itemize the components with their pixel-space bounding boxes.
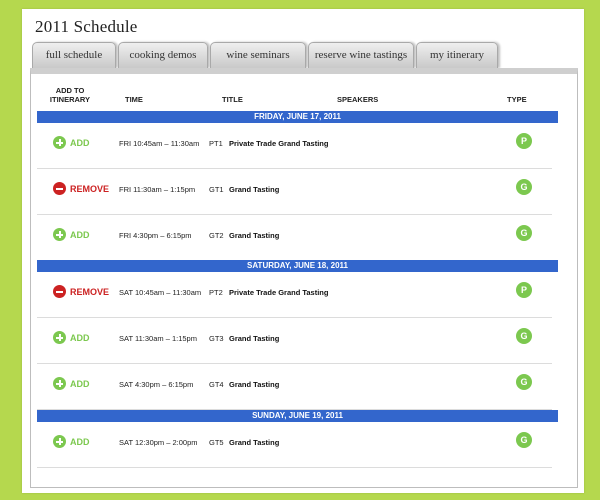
action-label: ADD (70, 137, 90, 148)
action-label: REMOVE (70, 286, 110, 297)
add-button[interactable]: ADD (53, 331, 90, 344)
day-header-friday: FRIDAY, JUNE 17, 2011 (37, 111, 558, 123)
event-title[interactable]: Grand Tasting (229, 334, 279, 343)
table-row: REMOVE FRI 11:30am – 1:15pm GT1 Grand Ta… (37, 169, 552, 215)
event-title[interactable]: Grand Tasting (229, 380, 279, 389)
action-label: ADD (70, 436, 90, 447)
action-label: ADD (70, 229, 90, 240)
tab-full-schedule[interactable]: full schedule (32, 42, 116, 68)
event-title[interactable]: Grand Tasting (229, 185, 279, 194)
tab-my-itinerary[interactable]: my itinerary (416, 42, 498, 68)
event-code: GT2 (209, 231, 224, 240)
plus-icon (53, 435, 66, 448)
header-time: TIME (125, 95, 143, 104)
event-code: PT2 (209, 288, 223, 297)
header-add-line1: ADD TO (55, 86, 85, 95)
plus-icon (53, 136, 66, 149)
day-header-sunday: SUNDAY, JUNE 19, 2011 (37, 410, 558, 422)
event-title[interactable]: Grand Tasting (229, 438, 279, 447)
day-header-saturday: SATURDAY, JUNE 18, 2011 (37, 260, 558, 272)
header-speakers: SPEAKERS (337, 95, 379, 104)
tab-cooking-demos[interactable]: cooking demos (118, 42, 208, 68)
header-add-to-itinerary: ADD TO ITINERARY (45, 86, 95, 104)
table-row: ADD SAT 11:30am – 1:15pm GT3 Grand Tasti… (37, 318, 552, 364)
table-row: ADD SAT 12:30pm – 2:00pm GT5 Grand Tasti… (37, 422, 552, 468)
plus-icon (53, 228, 66, 241)
add-button[interactable]: ADD (53, 228, 90, 241)
remove-button[interactable]: REMOVE (53, 182, 109, 195)
header-title: TITLE (222, 95, 243, 104)
event-time: FRI 4:30pm – 6:15pm (119, 231, 192, 240)
minus-icon (53, 182, 66, 195)
type-badge: G (516, 179, 532, 195)
action-label: ADD (70, 332, 90, 343)
table-row: ADD SAT 4:30pm – 6:15pm GT4 Grand Tastin… (37, 364, 552, 410)
minus-icon (53, 285, 66, 298)
event-code: GT4 (209, 380, 224, 389)
type-badge: G (516, 225, 532, 241)
add-button[interactable]: ADD (53, 136, 90, 149)
header-add-line2: ITINERARY (49, 95, 91, 104)
event-time: SAT 11:30am – 1:15pm (119, 334, 197, 343)
tab-bar: full schedule cooking demos wine seminar… (30, 42, 578, 68)
table-row: ADD FRI 4:30pm – 6:15pm GT2 Grand Tastin… (37, 215, 552, 261)
add-button[interactable]: ADD (53, 377, 90, 390)
plus-icon (53, 331, 66, 344)
schedule-panel: 2011 Schedule full schedule cooking demo… (22, 9, 584, 493)
event-code: GT3 (209, 334, 224, 343)
event-title[interactable]: Private Trade Grand Tasting (229, 139, 328, 148)
type-badge: G (516, 432, 532, 448)
type-badge: G (516, 328, 532, 344)
type-badge: P (516, 133, 532, 149)
tab-reserve-wine-tastings[interactable]: reserve wine tastings (308, 42, 414, 68)
table-row: ADD FRI 10:45am – 11:30am PT1 Private Tr… (37, 123, 552, 169)
tab-wine-seminars[interactable]: wine seminars (210, 42, 306, 68)
event-code: GT1 (209, 185, 224, 194)
event-time: SAT 12:30pm – 2:00pm (119, 438, 198, 447)
column-headers: ADD TO ITINERARY TIME TITLE SPEAKERS TYP… (31, 80, 559, 112)
type-badge: P (516, 282, 532, 298)
page-title: 2011 Schedule (35, 17, 138, 36)
action-label: ADD (70, 378, 90, 389)
event-code: PT1 (209, 139, 223, 148)
event-time: FRI 10:45am – 11:30am (119, 139, 200, 148)
remove-button[interactable]: REMOVE (53, 285, 109, 298)
action-label: REMOVE (70, 183, 110, 194)
header-type: TYPE (507, 95, 527, 104)
event-code: GT5 (209, 438, 224, 447)
event-title[interactable]: Private Trade Grand Tasting (229, 288, 328, 297)
table-row: REMOVE SAT 10:45am – 11:30am PT2 Private… (37, 272, 552, 318)
type-badge: G (516, 374, 532, 390)
plus-icon (53, 377, 66, 390)
event-time: FRI 11:30am – 1:15pm (119, 185, 196, 194)
schedule-table: ADD TO ITINERARY TIME TITLE SPEAKERS TYP… (30, 68, 578, 488)
event-time: SAT 4:30pm – 6:15pm (119, 380, 194, 389)
add-button[interactable]: ADD (53, 435, 90, 448)
event-time: SAT 10:45am – 11:30am (119, 288, 202, 297)
event-title[interactable]: Grand Tasting (229, 231, 279, 240)
